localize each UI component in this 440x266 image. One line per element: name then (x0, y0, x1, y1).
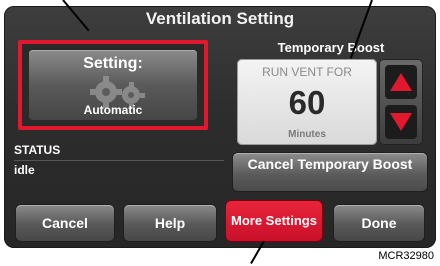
run-vent-label: RUN VENT FOR (262, 65, 352, 79)
run-vent-unit: Minutes (288, 129, 326, 140)
arrow-down-icon (390, 113, 412, 131)
status-divider (14, 160, 224, 161)
cancel-button[interactable]: Cancel (16, 205, 114, 241)
setting-value: Automatic (83, 103, 143, 117)
decrease-button[interactable] (385, 105, 417, 139)
setting-highlight: Setting: Automatic (18, 40, 208, 130)
status-label: STATUS (14, 143, 61, 157)
arrow-up-icon (390, 73, 412, 91)
boost-stepper (379, 59, 423, 145)
run-vent-value: 60 (288, 84, 326, 121)
setting-label: Setting: (83, 55, 143, 72)
more-settings-button[interactable]: More Settings (226, 201, 322, 241)
run-vent-display: RUN VENT FOR 60 Minutes (237, 59, 377, 145)
boost-heading: Temporary Boost (277, 40, 385, 55)
figure-code: MCR32980 (378, 250, 434, 262)
help-button[interactable]: Help (124, 205, 216, 241)
cancel-boost-button[interactable]: Cancel Temporary Boost (233, 153, 427, 191)
increase-button[interactable] (385, 65, 417, 99)
done-button[interactable]: Done (334, 205, 424, 241)
setting-button[interactable]: Setting: Automatic (29, 50, 197, 120)
status-value: idle (14, 163, 35, 177)
screen-title: Ventilation Setting (145, 9, 295, 28)
